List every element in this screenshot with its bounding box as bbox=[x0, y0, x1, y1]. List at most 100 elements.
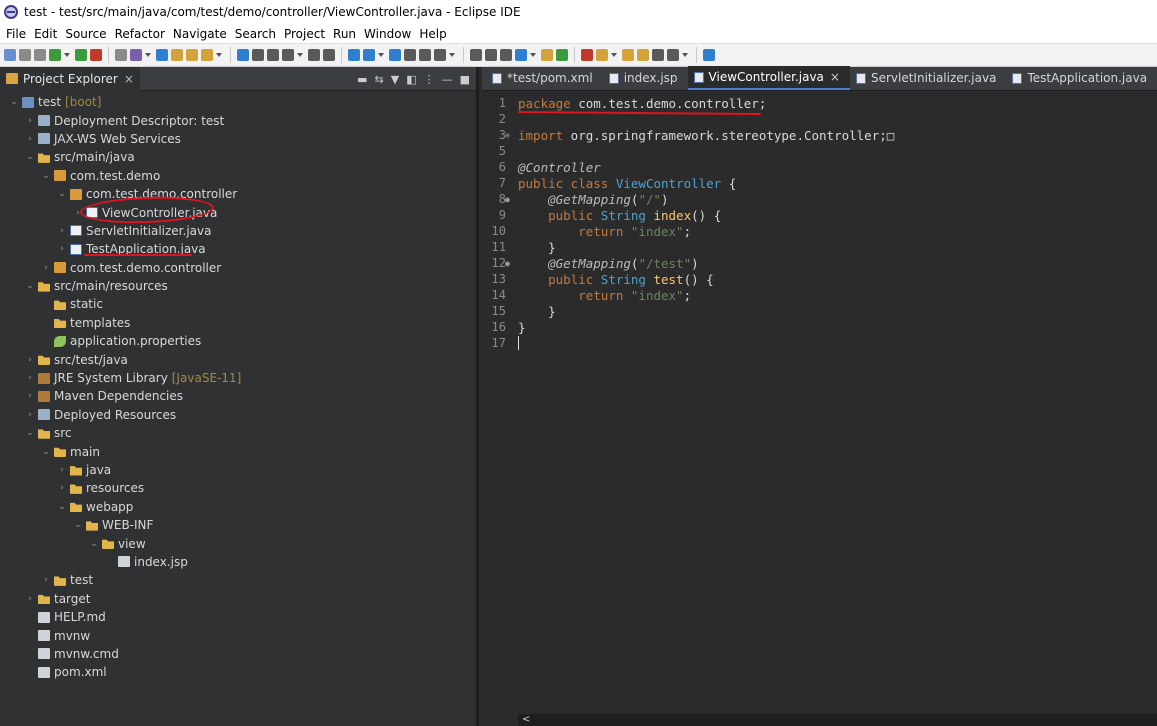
editor-tab[interactable]: TestApplication.java bbox=[1006, 66, 1157, 90]
tree-item[interactable]: pom.xml bbox=[0, 663, 476, 681]
menu-project[interactable]: Project bbox=[280, 27, 329, 41]
toolbar-button-icon[interactable] bbox=[308, 49, 320, 61]
collapsed-chevron-icon[interactable]: › bbox=[56, 483, 68, 493]
tree-item[interactable]: HELP.md bbox=[0, 608, 476, 626]
dropdown-arrow-icon[interactable] bbox=[145, 53, 151, 57]
toolbar-button-icon[interactable] bbox=[267, 49, 279, 61]
toolbar-button-icon[interactable] bbox=[237, 49, 249, 61]
tree-item[interactable]: › Deployed Resources bbox=[0, 406, 476, 424]
menu-run[interactable]: Run bbox=[329, 27, 360, 41]
toolbar-button-icon[interactable] bbox=[186, 49, 198, 61]
collapsed-chevron-icon[interactable]: › bbox=[40, 575, 52, 585]
menu-window[interactable]: Window bbox=[360, 27, 415, 41]
menu-navigate[interactable]: Navigate bbox=[169, 27, 231, 41]
filter-icon[interactable]: ▼ bbox=[391, 73, 399, 86]
tree-item[interactable]: ⌄ test [boot] bbox=[0, 93, 476, 111]
expanded-chevron-icon[interactable]: ⌄ bbox=[40, 447, 52, 457]
dropdown-arrow-icon[interactable] bbox=[530, 53, 536, 57]
expanded-chevron-icon[interactable]: ⌄ bbox=[40, 171, 52, 181]
toolbar-button-icon[interactable] bbox=[252, 49, 264, 61]
toolbar-button-icon[interactable] bbox=[282, 49, 294, 61]
editor-tab[interactable]: *test/pom.xml bbox=[486, 66, 603, 90]
tree-item[interactable]: ⌄ WEB-INF bbox=[0, 516, 476, 534]
dropdown-arrow-icon[interactable] bbox=[64, 53, 70, 57]
view-menu-icon[interactable]: ⋮ bbox=[424, 73, 435, 86]
tree-item[interactable]: ⌄ src/main/java bbox=[0, 148, 476, 166]
tree-item[interactable]: ⌄ src bbox=[0, 424, 476, 442]
horizontal-scrollbar[interactable]: < bbox=[518, 714, 1157, 726]
collapse-all-icon[interactable]: ▬ bbox=[357, 73, 367, 86]
tree-item[interactable]: › com.test.demo.controller bbox=[0, 259, 476, 277]
tree-item[interactable]: › JRE System Library [JavaSE-11] bbox=[0, 369, 476, 387]
tree-item[interactable]: mvnw.cmd bbox=[0, 645, 476, 663]
toolbar-button-icon[interactable] bbox=[556, 49, 568, 61]
toolbar-button-icon[interactable] bbox=[130, 49, 142, 61]
expanded-chevron-icon[interactable]: ⌄ bbox=[24, 281, 36, 291]
collapsed-chevron-icon[interactable]: › bbox=[24, 594, 36, 604]
tree-item[interactable]: templates bbox=[0, 314, 476, 332]
toolbar-button-icon[interactable] bbox=[201, 49, 213, 61]
expanded-chevron-icon[interactable]: ⌄ bbox=[88, 539, 100, 549]
tree-item[interactable]: › TestApplication.java bbox=[0, 240, 476, 258]
expanded-chevron-icon[interactable]: ⌄ bbox=[56, 502, 68, 512]
toolbar-button-icon[interactable] bbox=[596, 49, 608, 61]
expanded-chevron-icon[interactable]: ⌄ bbox=[24, 152, 36, 162]
tree-item[interactable]: ⌄ com.test.demo bbox=[0, 167, 476, 185]
tree-item[interactable]: ⌄ view bbox=[0, 534, 476, 552]
toolbar-button-icon[interactable] bbox=[348, 49, 360, 61]
toolbar-button-icon[interactable] bbox=[637, 49, 649, 61]
toolbar-button-icon[interactable] bbox=[541, 49, 553, 61]
toolbar-button-icon[interactable] bbox=[581, 49, 593, 61]
tree-item[interactable]: › JAX-WS Web Services bbox=[0, 130, 476, 148]
tree-item[interactable]: › Maven Dependencies bbox=[0, 387, 476, 405]
toolbar-button-icon[interactable] bbox=[500, 49, 512, 61]
link-with-editor-icon[interactable]: ⇆ bbox=[375, 73, 384, 86]
dropdown-arrow-icon[interactable] bbox=[611, 53, 617, 57]
collapsed-chevron-icon[interactable]: › bbox=[24, 134, 36, 144]
toolbar-button-icon[interactable] bbox=[404, 49, 416, 61]
tab-project-explorer[interactable]: Project Explorer × bbox=[0, 66, 140, 91]
collapsed-chevron-icon[interactable]: › bbox=[24, 391, 36, 401]
dropdown-arrow-icon[interactable] bbox=[378, 53, 384, 57]
toolbar-button-icon[interactable] bbox=[323, 49, 335, 61]
toolbar-button-icon[interactable] bbox=[171, 49, 183, 61]
tree-item[interactable]: ⌄ src/main/resources bbox=[0, 277, 476, 295]
tree-item[interactable]: › target bbox=[0, 590, 476, 608]
tree-item[interactable]: › java bbox=[0, 461, 476, 479]
scroll-left-icon[interactable]: < bbox=[522, 714, 530, 725]
menu-search[interactable]: Search bbox=[231, 27, 280, 41]
toolbar-button-icon[interactable] bbox=[115, 49, 127, 61]
menu-file[interactable]: File bbox=[2, 27, 30, 41]
toolbar-button-icon[interactable] bbox=[363, 49, 375, 61]
maximize-icon[interactable]: ■ bbox=[460, 73, 470, 86]
editor-tab[interactable]: ServletInitializer.java bbox=[850, 66, 1006, 90]
tree-item[interactable]: › ViewController.java bbox=[0, 203, 476, 221]
tree-item[interactable]: ⌄ com.test.demo.controller bbox=[0, 185, 476, 203]
code-area[interactable]: 1 package com.test.demo.controller; 2 3 ⊕ imp… bbox=[482, 95, 1157, 351]
tree-item[interactable]: › src/test/java bbox=[0, 350, 476, 368]
tree-item[interactable]: static bbox=[0, 295, 476, 313]
toolbar-button-icon[interactable] bbox=[75, 49, 87, 61]
toolbar-button-icon[interactable] bbox=[419, 49, 431, 61]
close-icon[interactable]: × bbox=[830, 70, 840, 84]
toolbar-button-icon[interactable] bbox=[156, 49, 168, 61]
toolbar-button-icon[interactable] bbox=[90, 49, 102, 61]
menu-source[interactable]: Source bbox=[61, 27, 110, 41]
menu-edit[interactable]: Edit bbox=[30, 27, 61, 41]
collapsed-chevron-icon[interactable]: › bbox=[40, 263, 52, 273]
toolbar-button-icon[interactable] bbox=[434, 49, 446, 61]
tree-item[interactable]: › Deployment Descriptor: test bbox=[0, 111, 476, 129]
tree-item[interactable]: ⌄ main bbox=[0, 442, 476, 460]
tree-item[interactable]: application.properties bbox=[0, 332, 476, 350]
tree-item[interactable]: › ServletInitializer.java bbox=[0, 222, 476, 240]
expanded-chevron-icon[interactable]: ⌄ bbox=[8, 97, 20, 107]
toolbar-button-icon[interactable] bbox=[652, 49, 664, 61]
tree-item[interactable]: ⌄ webapp bbox=[0, 498, 476, 516]
editor-tab[interactable]: ViewController.java × bbox=[687, 66, 850, 90]
collapsed-chevron-icon[interactable]: › bbox=[24, 410, 36, 420]
tree-item[interactable]: › test bbox=[0, 571, 476, 589]
collapsed-chevron-icon[interactable]: › bbox=[56, 226, 68, 236]
menu-help[interactable]: Help bbox=[415, 27, 450, 41]
toolbar-button-icon[interactable] bbox=[389, 49, 401, 61]
toolbar-button-icon[interactable] bbox=[470, 49, 482, 61]
